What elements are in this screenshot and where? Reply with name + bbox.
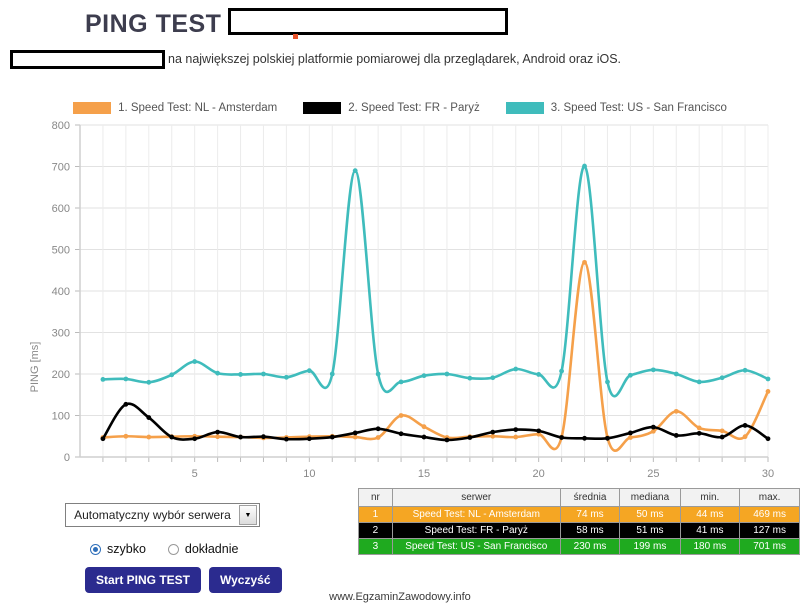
svg-text:0: 0 xyxy=(64,452,70,464)
cell-min: 41 ms xyxy=(679,522,741,539)
clear-button[interactable]: Wyczyść xyxy=(209,567,282,593)
cell-nr: 1 xyxy=(358,506,393,523)
radio-option-dokladnie[interactable]: dokładnie xyxy=(167,542,239,556)
cell-mediana: 50 ms xyxy=(619,506,681,523)
cell-serwer: Speed Test: FR - Paryż xyxy=(391,522,561,539)
legend-label-nl: 1. Speed Test: NL - Amsterdam xyxy=(118,102,278,114)
svg-text:200: 200 xyxy=(52,369,70,381)
redaction-box-title xyxy=(228,8,508,35)
svg-text:20: 20 xyxy=(533,468,545,480)
cell-nr: 2 xyxy=(358,522,393,539)
cell-min: 44 ms xyxy=(679,506,741,523)
chart-gridlines xyxy=(75,124,769,462)
cell-srednia: 74 ms xyxy=(559,506,621,523)
th-mediana: mediana xyxy=(619,488,681,507)
svg-text:400: 400 xyxy=(52,286,70,298)
legend-swatch-nl xyxy=(73,102,112,114)
cell-serwer: Speed Test: US - San Francisco xyxy=(391,538,561,555)
svg-text:600: 600 xyxy=(52,203,70,215)
page-title: PING TEST - xyxy=(85,10,238,39)
legend-label-fr: 2. Speed Test: FR - Paryż xyxy=(348,102,480,114)
server-select[interactable]: Automatyczny wybór serwera ▼ xyxy=(65,503,260,527)
ping-chart: 1. Speed Test: NL - Amsterdam 2. Speed T… xyxy=(0,95,800,485)
chevron-down-icon[interactable]: ▼ xyxy=(239,505,257,525)
cell-max: 701 ms xyxy=(739,538,800,555)
legend-swatch-us xyxy=(505,102,544,114)
radio-option-szybko[interactable]: szybko xyxy=(90,542,146,556)
radio-label-dokladnie: dokładnie xyxy=(184,542,239,556)
cell-min: 180 ms xyxy=(679,538,741,555)
series-0 xyxy=(100,259,771,452)
svg-text:5: 5 xyxy=(192,468,198,480)
th-min: min. xyxy=(679,488,741,507)
table-row: 1 Speed Test: NL - Amsterdam 74 ms 50 ms… xyxy=(358,506,800,523)
action-button-row: Start PING TEST Wyczyść xyxy=(85,567,282,593)
cell-serwer: Speed Test: NL - Amsterdam xyxy=(391,506,561,523)
svg-text:15: 15 xyxy=(418,468,430,480)
cell-srednia: 58 ms xyxy=(559,522,621,539)
results-table: nr serwer średnia mediana min. max. 1 Sp… xyxy=(358,488,800,555)
chart-series xyxy=(100,163,771,452)
th-nr: nr xyxy=(358,488,393,507)
svg-text:700: 700 xyxy=(52,162,70,174)
svg-text:300: 300 xyxy=(52,328,70,340)
table-header-row: nr serwer średnia mediana min. max. xyxy=(358,488,800,507)
radio-label-szybko: szybko xyxy=(107,542,146,556)
table-row: 2 Speed Test: FR - Paryż 58 ms 51 ms 41 … xyxy=(358,522,800,539)
svg-text:25: 25 xyxy=(647,468,659,480)
svg-text:10: 10 xyxy=(303,468,315,480)
table-row: 3 Speed Test: US - San Francisco 230 ms … xyxy=(358,538,800,555)
chart-plot-svg: 0 100 200 300 400 500 600 700 800 5 10 15 20 25 30 PIN… xyxy=(29,120,774,480)
th-serwer: serwer xyxy=(391,488,561,507)
cell-mediana: 199 ms xyxy=(619,538,681,555)
th-max: max. xyxy=(739,488,800,507)
svg-text:100: 100 xyxy=(52,411,70,423)
legend-item-nl: 1. Speed Test: NL - Amsterdam xyxy=(73,102,277,114)
legend-item-us: 3. Speed Test: US - San Francisco xyxy=(505,102,727,114)
redaction-box-subtitle xyxy=(10,50,165,69)
legend-swatch-fr xyxy=(303,102,342,114)
svg-text:500: 500 xyxy=(52,245,70,257)
legend-item-fr: 2. Speed Test: FR - Paryż xyxy=(303,102,480,114)
subtitle-text: na największej polskiej platformie pomia… xyxy=(168,52,622,66)
cell-max: 469 ms xyxy=(739,506,800,523)
svg-text:30: 30 xyxy=(762,468,774,480)
radio-indicator-dokladnie[interactable] xyxy=(167,543,179,555)
cell-max: 127 ms xyxy=(739,522,800,539)
server-select-value: Automatyczny wybór serwera xyxy=(74,508,231,522)
cell-srednia: 230 ms xyxy=(559,538,621,555)
svg-text:800: 800 xyxy=(52,120,70,132)
page-title-main: PING TEST xyxy=(85,10,222,38)
series-2 xyxy=(100,163,771,398)
th-srednia: średnia xyxy=(559,488,621,507)
cell-nr: 3 xyxy=(358,538,393,555)
radio-indicator-szybko[interactable] xyxy=(90,543,101,555)
title-accent-dot xyxy=(293,34,298,39)
start-ping-test-button[interactable]: Start PING TEST xyxy=(85,567,202,593)
mode-radio-group: szybko dokładnie xyxy=(90,542,238,556)
chart-legend: 1. Speed Test: NL - Amsterdam 2. Speed T… xyxy=(0,97,800,119)
cell-mediana: 51 ms xyxy=(619,522,681,539)
y-axis-title: PING [ms] xyxy=(29,342,41,393)
page-header: PING TEST - na największej polskiej plat… xyxy=(0,0,800,95)
legend-label-us: 3. Speed Test: US - San Francisco xyxy=(550,102,727,114)
watermark: www.EgzaminZawodowy.info xyxy=(329,591,471,603)
series-1 xyxy=(100,401,771,443)
